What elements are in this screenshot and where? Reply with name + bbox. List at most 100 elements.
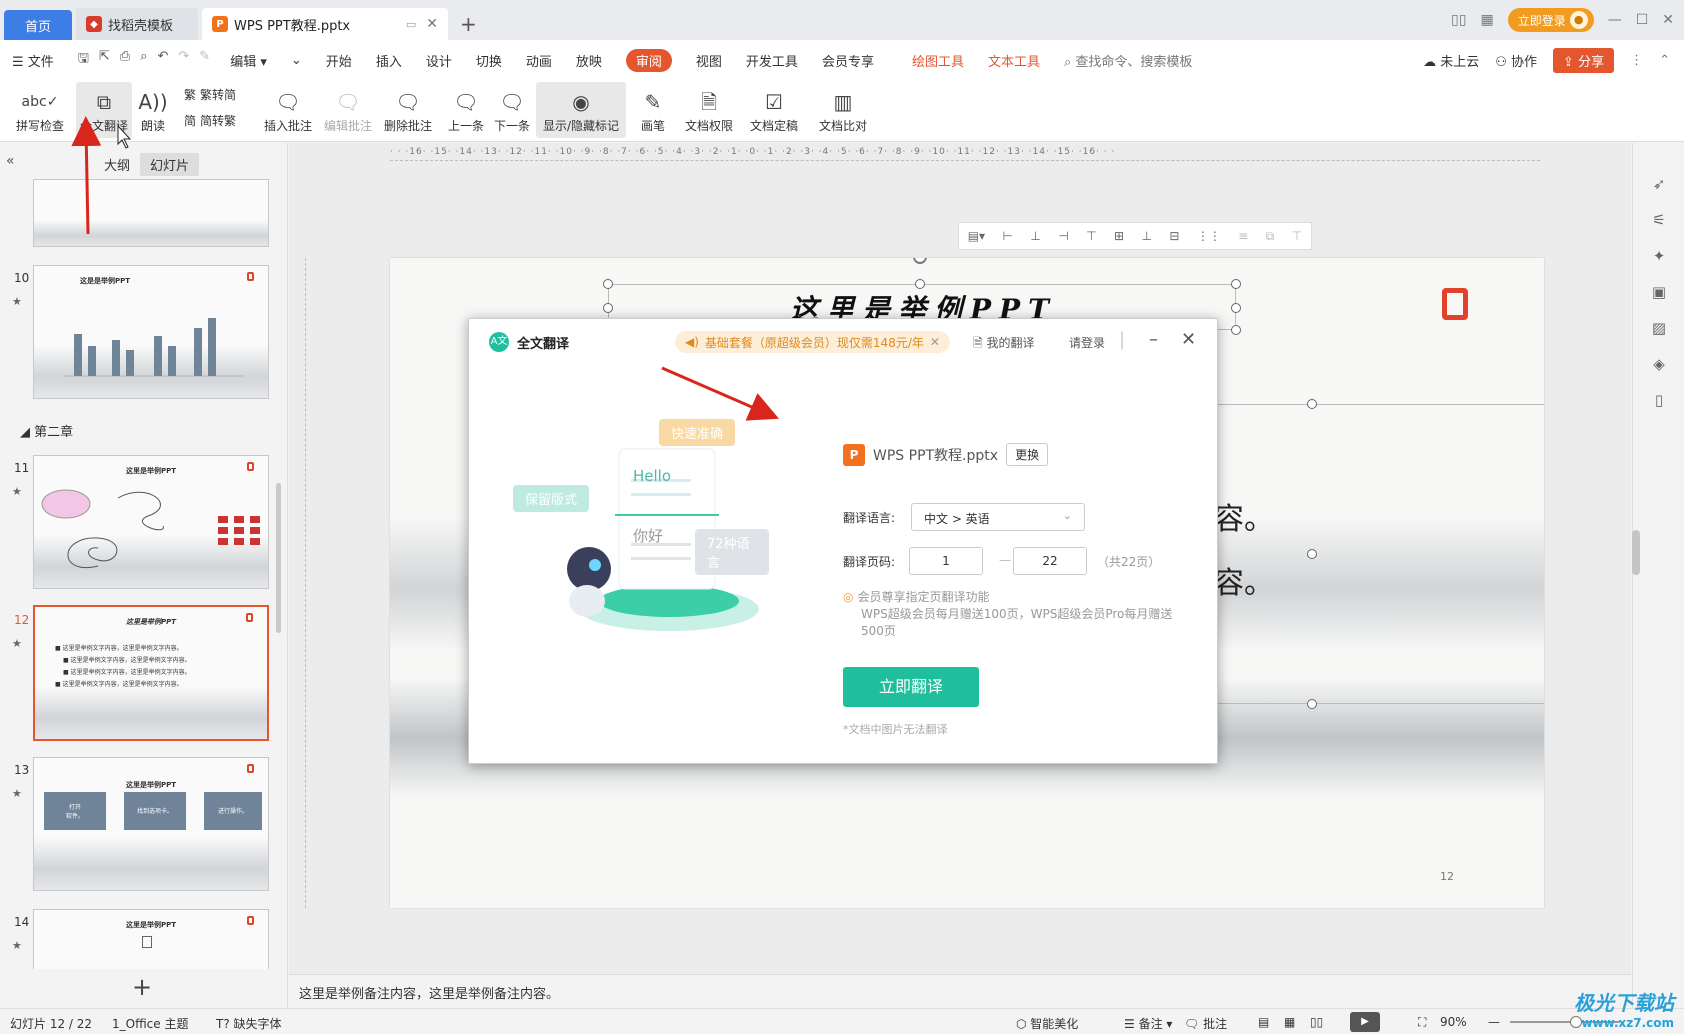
slide-thumb-11[interactable]: 这里是举例PPT (33, 455, 269, 589)
align-bottom-icon[interactable]: ⊥ (1141, 229, 1151, 243)
trad-to-simp-button[interactable]: 繁繁转简 (184, 86, 236, 103)
fit-window-icon[interactable]: ⛶ (1418, 1015, 1426, 1030)
scrollbar-thumb[interactable] (1632, 530, 1640, 575)
comments-toggle[interactable]: 🗨 批注 (1184, 1015, 1227, 1032)
menu-item-slideshow[interactable]: 放映 (576, 51, 602, 70)
menu-item-text-tools[interactable]: 文本工具 (988, 51, 1040, 70)
star-icon[interactable]: ★ (12, 295, 22, 308)
simp-to-trad-button[interactable]: 简简转繁 (184, 112, 236, 129)
file-menu[interactable]: ☰ 文件 (12, 51, 54, 70)
undo-icon[interactable]: ↶ (157, 49, 168, 71)
menu-item-insert[interactable]: 插入 (376, 51, 402, 70)
menu-item-animation[interactable]: 动画 (526, 51, 552, 70)
rocket-icon[interactable]: ➶ (1649, 175, 1669, 195)
distribute-h-icon[interactable]: ⋮⋮ (1197, 229, 1221, 243)
redo-icon[interactable]: ↷ (178, 49, 189, 71)
full-translate-button[interactable]: ⧉ 全文翻译 (76, 82, 132, 138)
maximize-icon[interactable]: ☐ (1636, 12, 1649, 28)
menu-item-design[interactable]: 设计 (426, 51, 452, 70)
notes-toggle[interactable]: ☰ 备注 ▾ (1124, 1015, 1172, 1032)
align-left-icon[interactable]: ⊢ (1003, 229, 1013, 243)
menu-item-member[interactable]: 会员专享 (822, 51, 874, 70)
my-translations-link[interactable]: 🗎 我的翻译 (973, 334, 1034, 355)
rotate-handle-icon[interactable] (913, 258, 927, 264)
tab-outline[interactable]: 大纲 (94, 153, 140, 176)
resize-handle[interactable] (603, 303, 613, 313)
apps-grid-icon[interactable]: ▦ (1480, 12, 1493, 28)
collab-button[interactable]: ⚇ 协作 (1495, 51, 1537, 70)
section-chapter-2[interactable]: ◢ 第二章 (20, 421, 73, 440)
edit-comment-button[interactable]: 🗨 编辑批注 (318, 82, 378, 138)
page-from-input[interactable]: 1 (909, 547, 983, 575)
vertical-scrollbar[interactable] (1630, 150, 1642, 950)
monitor-icon[interactable]: ▭ (406, 18, 416, 31)
tab-template[interactable]: ◆ 找稻壳模板 (76, 8, 198, 40)
close-promo-icon[interactable]: ✕ (930, 335, 940, 349)
star-icon[interactable]: ★ (12, 787, 22, 800)
dialog-minimize-icon[interactable]: – (1149, 329, 1158, 350)
align-right-icon[interactable]: ⊣ (1058, 229, 1068, 243)
normal-view-icon[interactable]: ▤ (1258, 1015, 1269, 1029)
next-comment-button[interactable]: 🗨 下一条 (492, 82, 532, 138)
settings-sliders-icon[interactable]: ⚟ (1649, 211, 1669, 231)
menu-item-start[interactable]: 开始 (326, 51, 352, 70)
tab-slides[interactable]: 幻灯片 (140, 153, 200, 176)
share-button[interactable]: ⇪ 分享 (1553, 48, 1615, 73)
resize-handle[interactable] (1307, 399, 1317, 409)
align-top-icon[interactable]: ⊤ (1086, 229, 1096, 243)
smart-beautify[interactable]: ⬡ 智能美化 (1016, 1015, 1078, 1032)
close-tab-icon[interactable]: ✕ (426, 16, 438, 32)
add-slide-icon[interactable]: + (132, 973, 152, 1001)
resize-handle[interactable] (1307, 699, 1317, 709)
reading-view-icon[interactable]: ▯▯ (1310, 1015, 1323, 1029)
new-tab-icon[interactable]: + (460, 12, 477, 36)
tab-document[interactable]: P WPS PPT教程.pptx ▭ ✕ (202, 8, 448, 40)
close-window-icon[interactable]: ✕ (1662, 12, 1674, 28)
page-to-input[interactable]: 22 (1013, 547, 1087, 575)
theme-name[interactable]: 1_Office 主题 (112, 1015, 188, 1032)
slide-thumb-10[interactable]: 这是是举例PPT (33, 265, 269, 399)
distribute-icon[interactable]: ⊟ (1169, 229, 1179, 243)
group-icon[interactable]: ⧉ (1266, 229, 1275, 244)
sorter-view-icon[interactable]: ▦ (1284, 1015, 1295, 1029)
resize-handle[interactable] (1307, 549, 1317, 559)
menu-item-review[interactable]: 审阅 (625, 48, 672, 72)
navigation-icon[interactable]: ◈ (1649, 355, 1669, 375)
export-icon[interactable]: ⇱ (99, 49, 110, 71)
menu-item-transition[interactable]: 切换 (476, 51, 502, 70)
align-center-icon[interactable]: ⊥ (1030, 229, 1040, 243)
distribute-v-icon[interactable]: ≡ (1238, 229, 1248, 243)
more-align-icon[interactable]: ⊤ (1292, 229, 1302, 243)
align-middle-icon[interactable]: ⊞ (1114, 229, 1124, 243)
collapse-ribbon-icon[interactable]: ⌃ (1659, 53, 1670, 68)
more-icon[interactable]: ⋮ (1630, 53, 1643, 68)
edit-menu[interactable]: 编辑 ▾ (230, 51, 267, 70)
zoom-out-icon[interactable]: — (1488, 1015, 1500, 1029)
missing-font[interactable]: T? 缺失字体 (216, 1015, 282, 1032)
notes-area[interactable]: 这里是举例备注内容，这里是举例备注内容。 (289, 974, 1631, 1008)
print-icon[interactable]: ⎙ (120, 49, 130, 71)
dialog-close-icon[interactable]: ✕ (1181, 329, 1196, 350)
resize-handle[interactable] (603, 279, 613, 289)
insert-comment-button[interactable]: 🗨 插入批注 (258, 82, 318, 138)
image-icon[interactable]: ▨ (1649, 319, 1669, 339)
command-search[interactable]: ⌕ 查找命令、搜索模板 (1064, 51, 1192, 70)
login-button[interactable]: 立即登录 ● (1507, 8, 1594, 32)
spellcheck-button[interactable]: abc✓ 拼写检查 (8, 82, 72, 138)
slide-thumb-9[interactable] (33, 179, 269, 247)
layout-icon[interactable]: ▯▯ (1451, 12, 1466, 28)
doc-finalize-button[interactable]: ☑ 文档定稿 (744, 82, 804, 138)
menu-item-drawing-tools[interactable]: 绘图工具 (912, 51, 964, 70)
resize-handle[interactable] (1231, 325, 1241, 335)
preview-icon[interactable]: ⌕ (140, 49, 147, 71)
star-icon[interactable]: ★ (12, 637, 22, 650)
translate-now-button[interactable]: 立即翻译 (843, 667, 979, 707)
show-hide-marks-button[interactable]: ◉ 显示/隐藏标记 (536, 82, 626, 138)
menu-item-view[interactable]: 视图 (696, 51, 722, 70)
delete-comment-button[interactable]: 🗨 删除批注 (378, 82, 438, 138)
slide-thumb-12[interactable]: 这里是举例PPT ■ 这里是举例文字内容，这里是举例文字内容。 ■ 这里是举例文… (33, 605, 269, 741)
tab-home[interactable]: 首页 (4, 10, 72, 40)
star-icon[interactable]: ★ (12, 485, 22, 498)
align-menu-icon[interactable]: ▤▾ (968, 229, 985, 243)
panel-scrollbar[interactable] (276, 483, 281, 633)
